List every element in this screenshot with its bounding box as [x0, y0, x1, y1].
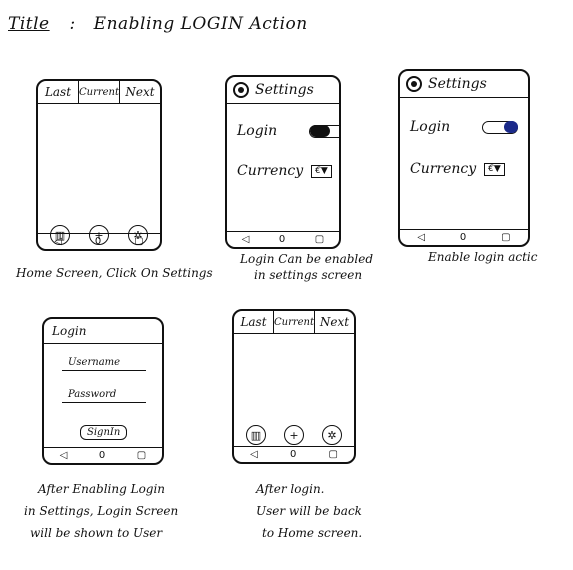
- password-field[interactable]: Password: [62, 389, 146, 403]
- nav-bar: ◁ 0 ▢: [234, 446, 354, 462]
- login-toggle[interactable]: [482, 120, 518, 134]
- caption-line: in Settings, Login Screen: [24, 504, 179, 518]
- recent-apps-icon[interactable]: ▢: [315, 234, 324, 245]
- login-header: Login: [44, 319, 162, 344]
- back-icon[interactable]: ◁: [250, 449, 258, 460]
- settings-header: Settings: [400, 71, 528, 98]
- username-field[interactable]: Username: [62, 357, 146, 371]
- caption-line: Login Can be enabled: [240, 252, 374, 266]
- caption-home: Home Screen, Click On Settings: [16, 266, 213, 280]
- home-after-login-phone: Last Current Next ▥ + ✲ ◁ 0 ▢: [232, 309, 356, 464]
- currency-label: Currency: [410, 161, 477, 177]
- settings-title: Settings: [255, 82, 314, 98]
- login-row: Login: [410, 119, 518, 135]
- caption-line: to Home screen.: [262, 526, 363, 540]
- currency-row: Currency €▼: [410, 161, 505, 177]
- home-icon-row: ▥ + ✲: [246, 425, 342, 445]
- recent-apps-icon[interactable]: ▢: [328, 449, 337, 460]
- currency-label: Currency: [237, 163, 304, 179]
- title-label: Title: [8, 14, 50, 34]
- settings-header: Settings: [227, 77, 339, 104]
- caption-login-screen: After Enabling Login in Settings, Login …: [24, 478, 178, 544]
- plus-icon[interactable]: +: [284, 425, 304, 445]
- settings-title: Settings: [428, 76, 487, 92]
- currency-select[interactable]: €▼: [484, 162, 505, 176]
- caption-line: After login.: [256, 482, 325, 496]
- caption-line: After Enabling Login: [38, 482, 166, 496]
- nav-bar: ◁ 0 ▢: [400, 229, 528, 245]
- back-icon[interactable]: ◁: [60, 450, 68, 461]
- login-screen-phone: Login Username Password SignIn ◁ 0 ▢: [42, 317, 164, 465]
- tab-current[interactable]: Current: [79, 81, 121, 103]
- settings-gear-icon: [233, 82, 249, 98]
- home-nav-icon[interactable]: 0: [95, 236, 101, 247]
- nav-bar: ◁ 0 ▢: [38, 233, 160, 249]
- gear-icon[interactable]: ✲: [322, 425, 342, 445]
- caption-line: User will be back: [256, 504, 362, 518]
- bank-icon[interactable]: ▥: [246, 425, 266, 445]
- settings-screen-phone: Settings Login Currency €▼ ◁ 0 ▢: [225, 75, 341, 249]
- home-nav-icon[interactable]: 0: [279, 234, 285, 245]
- settings-gear-icon: [406, 76, 422, 92]
- settings-enabled-phone: Settings Login Currency €▼ ◁ 0 ▢: [398, 69, 530, 247]
- toggle-knob: [504, 120, 518, 133]
- currency-row: Currency €▼: [237, 163, 332, 179]
- tab-next[interactable]: Next: [315, 311, 354, 333]
- tab-next[interactable]: Next: [120, 81, 160, 103]
- toggle-knob: [310, 124, 330, 137]
- back-icon[interactable]: ◁: [417, 232, 425, 243]
- currency-select[interactable]: €▼: [311, 164, 332, 178]
- login-row: Login: [237, 123, 339, 139]
- back-icon[interactable]: ◁: [242, 234, 250, 245]
- nav-bar: ◁ 0 ▢: [227, 231, 339, 247]
- diagram-title: Title : Enabling LOGIN Action: [8, 14, 308, 34]
- login-toggle[interactable]: [309, 124, 339, 138]
- recent-apps-icon[interactable]: ▢: [501, 232, 510, 243]
- home-tab-bar: Last Current Next: [38, 81, 160, 104]
- title-separator: :: [69, 14, 76, 34]
- home-screen-phone: Last Current Next ▥ + ✲ ◁ 0 ▢: [36, 79, 162, 251]
- tab-last[interactable]: Last: [38, 81, 79, 103]
- caption-line: in settings screen: [254, 268, 363, 282]
- signin-button[interactable]: SignIn: [80, 425, 128, 440]
- home-nav-icon[interactable]: 0: [99, 450, 105, 461]
- recent-apps-icon[interactable]: ▢: [134, 236, 143, 247]
- home-tab-bar: Last Current Next: [234, 311, 354, 334]
- tab-last[interactable]: Last: [234, 311, 274, 333]
- login-label: Login: [237, 123, 278, 139]
- caption-enable: Enable login actic: [428, 250, 538, 264]
- back-icon[interactable]: ◁: [54, 236, 62, 247]
- title-text: Enabling LOGIN Action: [93, 14, 308, 34]
- home-nav-icon[interactable]: 0: [460, 232, 466, 243]
- nav-bar: ◁ 0 ▢: [44, 447, 162, 463]
- recent-apps-icon[interactable]: ▢: [137, 450, 146, 461]
- caption-settings: Login Can be enabled in settings screen: [240, 251, 373, 283]
- login-title: Login: [52, 324, 87, 338]
- login-label: Login: [410, 119, 451, 135]
- caption-after-login: After login. User will be back to Home s…: [256, 478, 362, 544]
- home-nav-icon[interactable]: 0: [290, 449, 296, 460]
- tab-current[interactable]: Current: [274, 311, 316, 333]
- caption-line: will be shown to User: [30, 526, 163, 540]
